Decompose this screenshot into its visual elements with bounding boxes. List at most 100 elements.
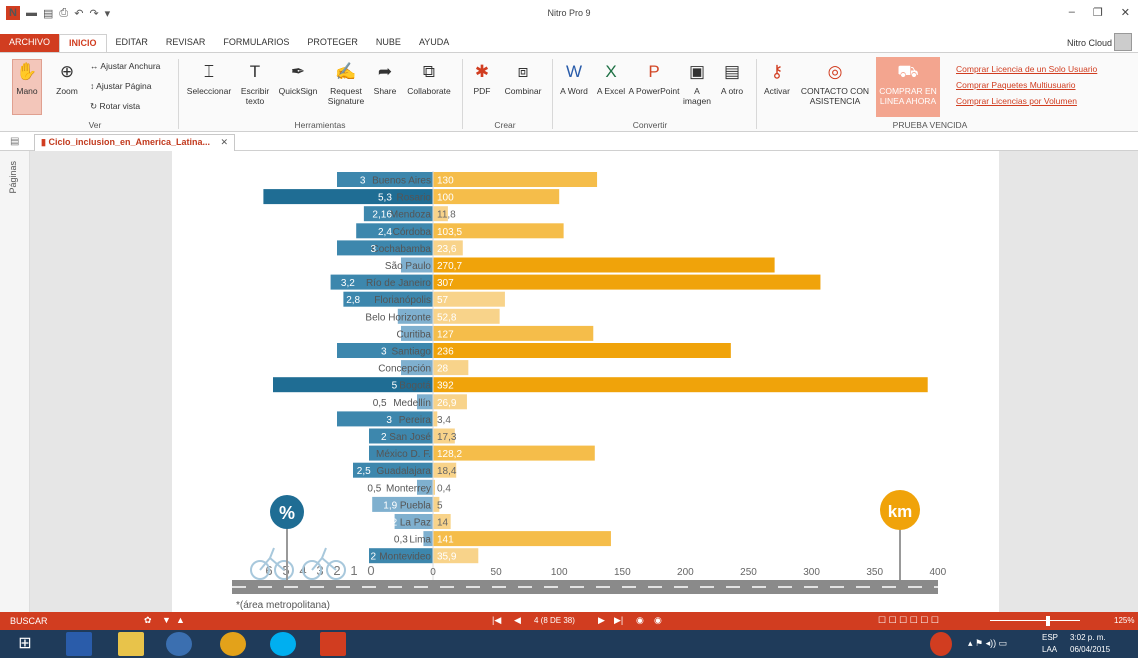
rotar-vista-button[interactable]: ↻ Rotar vista xyxy=(90,101,140,111)
city-label: Cochabamba xyxy=(372,244,432,255)
km-value-label: 127 xyxy=(437,329,454,340)
pct-value-label: *2 xyxy=(356,449,366,460)
pdf-button[interactable]: ✱ PDF xyxy=(468,61,496,96)
tab-proteger[interactable]: PROTEGER xyxy=(298,34,367,52)
back-icon[interactable]: ◉ xyxy=(636,615,644,626)
tab-inicio[interactable]: INICIO xyxy=(59,34,107,52)
tab-revisar[interactable]: REVISAR xyxy=(157,34,215,52)
pages-panel[interactable]: Páginas xyxy=(0,151,30,612)
chrome-icon[interactable] xyxy=(220,632,246,656)
ajustar-anchura-button[interactable]: ↔ Ajustar Anchura xyxy=(90,61,160,71)
signature-pen-icon: ✒ xyxy=(290,62,306,81)
city-label: Mendoza xyxy=(390,210,432,221)
city-label: Monterrey xyxy=(386,483,431,494)
skype-icon[interactable] xyxy=(270,632,296,656)
convert-other-label: A otro xyxy=(720,86,744,96)
divider xyxy=(756,59,757,129)
activar-button[interactable]: ⚷ Activar xyxy=(760,61,794,96)
pct-value-label: 3 xyxy=(381,347,387,358)
view-mode-icons[interactable]: ☐ ☐ ☐ ☐ ☐ ☐ xyxy=(878,615,939,626)
ajustar-pagina-button[interactable]: ↕ Ajustar Página xyxy=(90,81,151,91)
km-value-label: 28 xyxy=(437,364,449,375)
tab-ayuda[interactable]: AYUDA xyxy=(410,34,458,52)
seleccionar-button[interactable]: ⌶ Seleccionar xyxy=(184,61,234,96)
city-label: Belo Horizonte xyxy=(365,312,431,323)
km-bar xyxy=(433,325,594,341)
link-volume[interactable]: Comprar Licencias por Volumen xyxy=(956,93,1097,109)
tray-icons[interactable]: ▴ ⚑ ◂)) ▭ xyxy=(968,638,1007,649)
file-explorer-icon[interactable] xyxy=(118,632,144,656)
tab-editar[interactable]: EDITAR xyxy=(107,34,157,52)
tab-archivo[interactable]: ARCHIVO xyxy=(0,34,60,52)
km-bar xyxy=(433,531,611,547)
contacto-asistencia-button[interactable]: ◎ CONTACTO CON ASISTENCIA xyxy=(798,61,872,106)
nitro-taskbar-icon[interactable] xyxy=(320,632,346,656)
app-circle-icon[interactable] xyxy=(166,632,192,656)
type-text-icon: T xyxy=(249,62,261,81)
convert-excel-button[interactable]: X A Excel xyxy=(594,61,628,96)
forward-icon[interactable]: ◉ xyxy=(654,615,662,626)
prev-result-icon[interactable]: ▼ xyxy=(162,615,171,625)
close-icon[interactable]: ✕ xyxy=(1121,6,1130,19)
quicksign-button[interactable]: ✒ QuickSign xyxy=(276,61,320,96)
first-page-icon[interactable]: |◀ xyxy=(492,615,501,626)
request-label: Request Signature xyxy=(327,86,365,106)
convert-powerpoint-button[interactable]: P A PowerPoint xyxy=(628,61,680,96)
page-indicator[interactable]: 4 (8 DE 38) xyxy=(534,616,575,625)
combinar-button[interactable]: ⧈ Combinar xyxy=(500,61,546,96)
city-label: Puebla xyxy=(400,500,432,511)
convert-word-button[interactable]: W A Word xyxy=(556,61,592,96)
window-title: Nitro Pro 9 xyxy=(547,8,591,18)
pct-value-label: 0,5 xyxy=(367,483,381,494)
zoom-slider[interactable] xyxy=(990,620,1080,621)
prev-page-icon[interactable]: ◀ xyxy=(514,615,521,626)
convert-image-button[interactable]: ▣ A imagen xyxy=(680,61,714,106)
avatar[interactable] xyxy=(1114,33,1132,51)
panel-toggle-icon[interactable]: ▤ xyxy=(10,136,19,147)
next-result-icon[interactable]: ▲ xyxy=(176,615,185,625)
km-value-label: 103,5 xyxy=(437,227,462,238)
city-label: Rosario xyxy=(397,193,432,204)
km-tick-label: 350 xyxy=(866,567,883,578)
pct-value-label: 2,16 xyxy=(372,210,392,221)
km-tick-label: 300 xyxy=(803,567,820,578)
last-page-icon[interactable]: ▶| xyxy=(614,615,623,626)
document-tab[interactable]: ▮ Ciclo_inclusion_en_America_Latina... ✕ xyxy=(34,134,236,151)
settings-gear-icon[interactable]: ✿ xyxy=(144,615,152,626)
minimize-icon[interactable]: – xyxy=(1069,6,1075,19)
link-multiuser[interactable]: Comprar Paquetes Multiusuario xyxy=(956,77,1097,93)
search-label[interactable]: BUSCAR xyxy=(10,616,48,626)
restore-icon[interactable]: ❐ xyxy=(1093,6,1103,19)
share-button[interactable]: ➦ Share xyxy=(370,61,400,96)
document-viewport[interactable]: Buenos Aires 3 130 Rosario 5,3 100 Mendoza 2,16… xyxy=(30,151,1138,612)
contacto-label: CONTACTO CON ASISTENCIA xyxy=(800,86,870,106)
zoom-button[interactable]: ⊕ Zoom xyxy=(50,61,84,96)
close-tab-icon[interactable]: ✕ xyxy=(221,137,229,147)
tab-formularios[interactable]: FORMULARIOS xyxy=(214,34,298,52)
clock-date[interactable]: 06/04/2015 xyxy=(1070,645,1110,654)
mano-button[interactable]: ✋ Mano xyxy=(12,61,42,96)
word-taskbar-icon[interactable] xyxy=(66,632,92,656)
escribir-texto-button[interactable]: T Escribir texto xyxy=(236,61,274,106)
tab-nube[interactable]: NUBE xyxy=(367,34,410,52)
image-icon: ▣ xyxy=(688,62,706,81)
comprar-button[interactable]: ⛟ COMPRAR EN LINEA AHORA xyxy=(876,61,940,106)
account-name[interactable]: Nitro Cloud xyxy=(1067,38,1112,48)
group-label-convertir: Convertir xyxy=(632,120,668,130)
language-indicator[interactable]: ESP xyxy=(1042,633,1058,642)
pct-value-label: 1,1 xyxy=(341,312,355,323)
collaborate-button[interactable]: ⧉ Collaborate xyxy=(402,61,456,96)
windows-start-icon[interactable]: ⊞ xyxy=(12,632,38,656)
clock-time[interactable]: 3:02 p. m. xyxy=(1070,633,1106,642)
language-indicator-2[interactable]: LAA xyxy=(1042,645,1057,654)
pct-value-label: 3 xyxy=(386,415,392,426)
notification-icon[interactable] xyxy=(930,632,952,656)
link-single-license[interactable]: Comprar Licencia de un Solo Usuario xyxy=(956,61,1097,77)
next-page-icon[interactable]: ▶ xyxy=(598,615,605,626)
zoom-slider-thumb[interactable] xyxy=(1046,616,1050,626)
km-tick-label: 200 xyxy=(677,567,694,578)
convert-other-button[interactable]: ▤ A otro xyxy=(714,61,750,96)
request-signature-button[interactable]: ✍ Request Signature xyxy=(322,61,370,106)
km-value-label: 23,6 xyxy=(437,244,457,255)
convert-word-label: A Word xyxy=(560,86,588,96)
